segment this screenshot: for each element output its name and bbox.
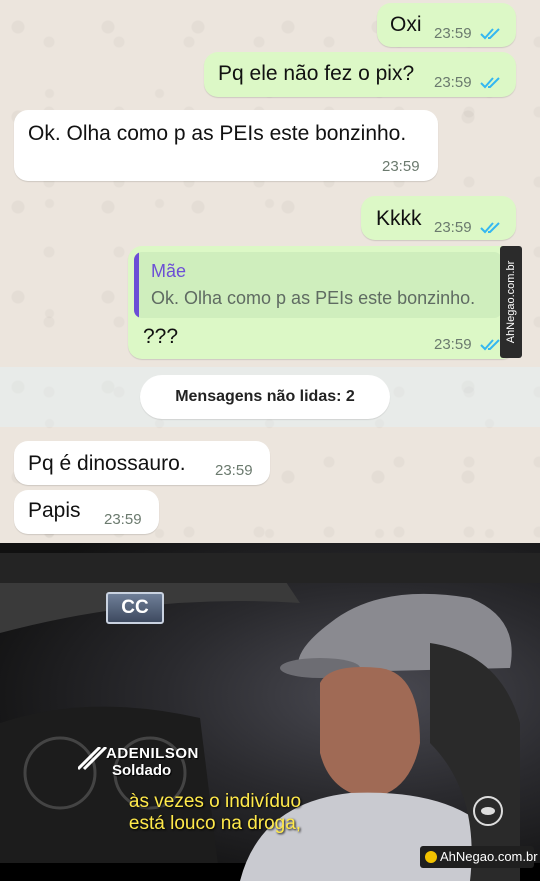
watermark-bottom: AhNegao.com.br	[420, 846, 538, 868]
ahnegao-logo-icon	[425, 851, 437, 863]
message-time: 23:59	[434, 219, 472, 236]
chat-area: Oxi 23:59 Pq ele não fez o pix? 23:59 Ok…	[0, 0, 540, 543]
message-time: 23:59	[382, 158, 420, 175]
message-text: Ok. Olha como p as PEIs este bonzinho.	[28, 122, 407, 145]
message-bubble-outgoing-reply[interactable]: Mãe Ok. Olha como p as PEIs este bonzinh…	[128, 246, 516, 359]
message-bubble-outgoing[interactable]: Pq ele não fez o pix? 23:59	[204, 52, 516, 97]
message-bubble-incoming[interactable]: Papis 23:59	[14, 490, 159, 534]
read-ticks-icon	[480, 77, 500, 89]
message-time: 23:59	[434, 336, 472, 353]
message-bubble-outgoing[interactable]: Oxi 23:59	[377, 3, 516, 47]
quote-text: Ok. Olha como p as PEIs este bonzinho.	[151, 288, 476, 308]
message-time: 23:59	[434, 25, 472, 42]
message-text: Pq é dinossauro.	[28, 452, 186, 475]
quoted-message[interactable]: Mãe Ok. Olha como p as PEIs este bonzinh…	[134, 252, 502, 318]
message-time: 23:59	[215, 462, 253, 479]
quote-accent-bar	[134, 252, 139, 318]
message-bubble-outgoing[interactable]: Kkkk 23:59	[361, 196, 516, 240]
name-tag-role: Soldado	[112, 762, 172, 779]
slash-decoration-icon	[78, 747, 108, 771]
subtitle-line-1: às vezes o indivíduo	[128, 791, 302, 812]
read-ticks-icon	[480, 222, 500, 234]
message-text: Pq ele não fez o pix?	[218, 62, 415, 85]
read-ticks-icon	[480, 28, 500, 40]
message-text: Kkkk	[376, 207, 422, 230]
cc-icon: CC	[106, 592, 164, 624]
unread-divider-text: Mensagens não lidas: 2	[175, 388, 355, 405]
message-bubble-incoming[interactable]: Ok. Olha como p as PEIs este bonzinho. 2…	[14, 110, 438, 181]
subtitle-line-2: está louco na droga,	[128, 813, 302, 834]
name-tag-name: ADENILSON	[106, 745, 199, 762]
quote-author: Mãe	[151, 261, 187, 281]
message-time: 23:59	[104, 511, 142, 528]
unread-divider: Mensagens não lidas: 2	[140, 375, 390, 419]
watermark-side: AhNegao.com.br	[500, 246, 522, 358]
message-text: Papis	[28, 499, 81, 522]
message-text: Oxi	[390, 13, 422, 36]
message-text: ???	[143, 325, 179, 348]
message-time: 23:59	[434, 74, 472, 91]
message-bubble-incoming[interactable]: Pq é dinossauro. 23:59	[14, 441, 270, 485]
